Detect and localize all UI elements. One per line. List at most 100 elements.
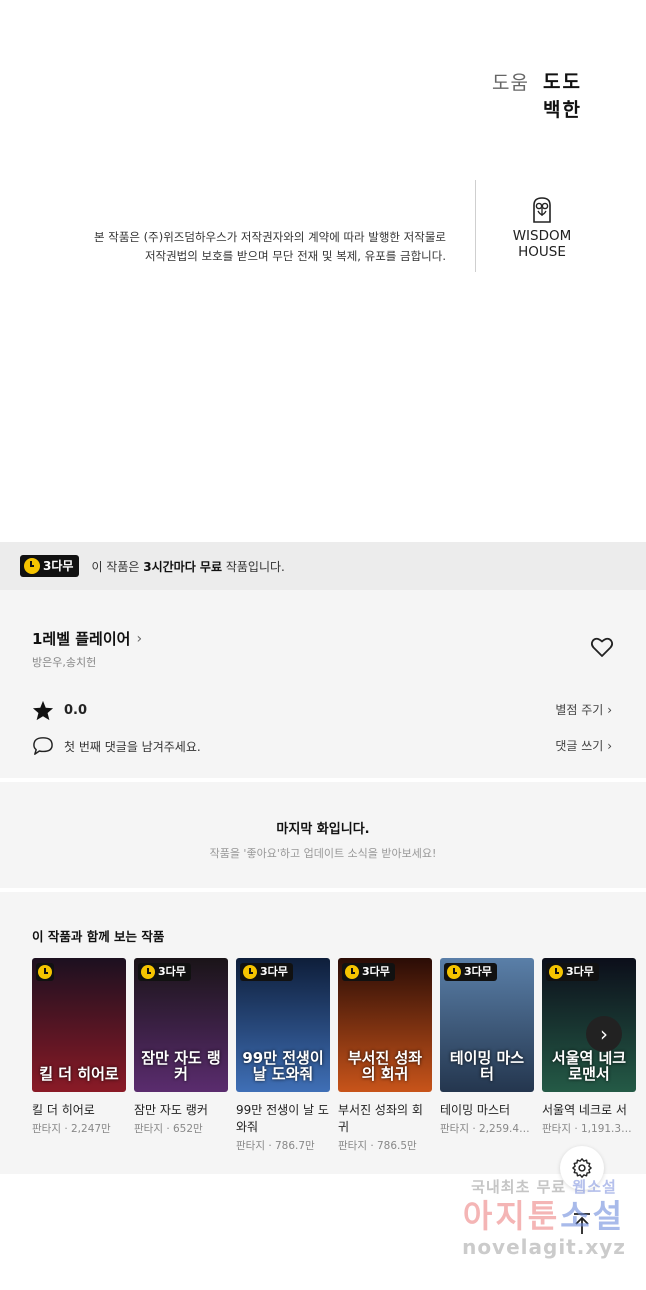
card-title: 서울역 네크로 서 <box>542 1103 627 1117</box>
chevron-right-icon: › <box>607 739 612 753</box>
cover-title: 서울역 네크로맨서 <box>551 1049 627 1083</box>
heart-icon[interactable] <box>590 636 614 658</box>
owl-icon <box>533 197 551 223</box>
free-banner: 3다무 이 작품은 3시간마다 무료 작품입니다. <box>0 542 646 590</box>
card-genre: 판타지 <box>32 1123 61 1135</box>
copyright-line: 본 작품은 (주)위즈덤하우스가 저작권자와의 계약에 따라 발행한 저작물로 <box>94 230 446 244</box>
free-badge: 3다무 <box>138 963 191 981</box>
free-banner-text-part: 작품입니다. <box>222 559 285 574</box>
cover-image: 3다무 99만 전생이 날 도와줘 <box>236 958 330 1092</box>
cover-image: 3다무잠만 자도 랭커 <box>134 958 228 1092</box>
comment-prompt: 첫 번째 댓글을 남겨주세요. <box>64 739 201 754</box>
cover-title: 99만 전생이 날 도와줘 <box>242 1049 324 1083</box>
clock-icon <box>549 965 563 979</box>
watermark-line: 국내최초 무료 웹소설 <box>446 1176 642 1197</box>
work-title: 1레벨 플레이어 <box>32 630 131 648</box>
credit-name: 도도 <box>542 71 582 93</box>
copyright-notice: 본 작품은 (주)위즈덤하우스가 저작권자와의 계약에 따라 발행한 저작물로 … <box>94 228 446 266</box>
free-badge-label: 3다무 <box>362 965 390 978</box>
work-info: 1레벨 플레이어 › 방은우,송치헌 0.0 별점 주기 › 첫 번째 댓글을 … <box>0 590 646 778</box>
recommendation-card[interactable]: 3다무 잠만 자도 랭커 잠만 자도 랭커 판타지 · 652만 <box>134 958 228 1153</box>
arrow-up-icon <box>574 1213 590 1234</box>
star-icon <box>32 700 54 721</box>
card-meta: 판타지 · 1,191.3… <box>542 1123 632 1135</box>
recommendation-card[interactable]: 킬 더 히어로 킬 더 히어로 판타지 · 2,247만 <box>32 958 126 1153</box>
card-title: 잠만 자도 랭커 <box>134 1103 208 1117</box>
recommendation-card[interactable]: 3다무서울역 네크로맨서서울역 네크로 서판타지 · 1,191.3… <box>542 958 636 1153</box>
settings-button[interactable] <box>560 1146 604 1190</box>
clock-icon <box>38 965 52 979</box>
rating-row: 0.0 <box>32 700 87 721</box>
credits-names: 도도 백한 <box>543 68 582 124</box>
recommendations-heading: 이 작품과 함께 보는 작품 <box>32 929 165 944</box>
card-meta: 판타지 · 2,247만 <box>32 1123 111 1135</box>
next-arrow-button[interactable]: › <box>586 1016 622 1052</box>
card-meta: 판타지 · 786.7만 <box>236 1140 315 1152</box>
chevron-right-icon: › <box>600 1022 608 1046</box>
free-badge-label: 3다무 <box>566 965 594 978</box>
cover-title: 테이밍 마스터 <box>449 1049 525 1083</box>
clock-icon <box>141 965 155 979</box>
recommendation-list: 킬 더 히어로 킬 더 히어로 판타지 · 2,247만 3다무 잠만 자도 랭커 잠만 … <box>32 958 636 1153</box>
free-banner-highlight: 3시간마다 무료 <box>143 559 223 574</box>
gear-icon <box>572 1158 592 1178</box>
copyright-line: 저작권법의 보호를 받으며 무단 전재 및 복제, 유포를 금합니다. <box>144 249 446 263</box>
recommendation-card[interactable]: 3다무 테이밍 마스터 테이밍 마스터 판타지 · 2,259.4… <box>440 958 534 1153</box>
card-views: 786.7만 <box>275 1140 315 1152</box>
free-badge: 3다무 <box>444 963 497 981</box>
card-title: 부서진 성좌의 회귀 <box>338 1103 423 1134</box>
card-views: 2,247만 <box>71 1123 111 1135</box>
free-badge <box>36 963 54 981</box>
free-banner-text-part: 이 작품은 <box>91 559 144 574</box>
watermark-line: 아지툰소설 <box>446 1197 642 1235</box>
card-genre: 판타지 <box>236 1140 265 1152</box>
last-episode-title: 마지막 화입니다. <box>276 822 370 837</box>
scroll-top-button[interactable] <box>564 1206 600 1242</box>
rate-button-label: 별점 주기 <box>555 703 604 717</box>
card-views: 1,191.3… <box>581 1123 632 1135</box>
recommendations: 이 작품과 함께 보는 작품 킬 더 히어로 킬 더 히어로 판타지 · 2,247… <box>0 892 646 1174</box>
watermark-text: 국내최초 무료 <box>471 1178 573 1196</box>
clock-icon <box>243 965 257 979</box>
clock-icon <box>447 965 461 979</box>
free-badge: 3다무 <box>240 963 293 981</box>
watermark-text: 아지툰 <box>462 1197 561 1235</box>
recommendation-card[interactable]: 3다무 99만 전생이 날 도와줘 99만 전생이 날 도와줘판타지 · 786.7… <box>236 958 330 1153</box>
card-views: 786.5만 <box>377 1140 417 1152</box>
write-comment-label: 댓글 쓰기 <box>555 739 604 753</box>
recommendation-card[interactable]: 3다무 부서진 성좌의 회귀 부서진 성좌의 회귀 판타지 · 786.5만 <box>338 958 432 1153</box>
cover-image: 3다무부서진 성좌의 회귀 <box>338 958 432 1092</box>
credits: 도움 도도 백한 <box>492 68 582 124</box>
free-badge-label: 3다무 <box>43 559 74 573</box>
cover-title: 부서진 성좌의 회귀 <box>347 1049 423 1083</box>
cover-image: 킬 더 히어로 <box>32 958 126 1092</box>
free-badge-label: 3다무 <box>260 965 288 978</box>
card-views: 652만 <box>173 1123 203 1135</box>
copyright-divider <box>475 180 476 272</box>
publisher-logo: WISDOM HOUSE <box>507 196 577 260</box>
free-banner-text: 이 작품은 3시간마다 무료 작품입니다. <box>91 558 284 575</box>
card-genre: 판타지 <box>338 1140 367 1152</box>
free-badge: 3다무 <box>20 555 80 577</box>
free-badge: 3다무 <box>342 963 395 981</box>
card-meta: 판타지 · 2,259.4… <box>440 1123 530 1135</box>
site-watermark: 국내최초 무료 웹소설 아지툰소설 novelagit.xyz <box>446 1176 642 1259</box>
credit-name: 백한 <box>542 99 582 121</box>
comment-row[interactable]: 첫 번째 댓글을 남겨주세요. <box>32 736 201 756</box>
work-title-link[interactable]: 1레벨 플레이어 › <box>32 628 142 649</box>
free-badge: 3다무 <box>546 963 599 981</box>
cover-title: 잠만 자도 랭커 <box>141 1049 221 1083</box>
last-episode-notice: 마지막 화입니다. 작품을 '좋아요'하고 업데이트 소식을 받아보세요! <box>0 782 646 888</box>
rate-button[interactable]: 별점 주기 › <box>555 701 612 718</box>
chevron-right-icon: › <box>607 703 612 717</box>
credits-role: 도움 <box>492 72 529 94</box>
card-genre: 판타지 <box>134 1123 163 1135</box>
card-views: 2,259.4… <box>479 1123 530 1135</box>
card-meta: 판타지 · 786.5만 <box>338 1140 417 1152</box>
card-title: 킬 더 히어로 <box>32 1103 95 1117</box>
write-comment-button[interactable]: 댓글 쓰기 › <box>555 737 612 754</box>
chevron-right-icon: › <box>136 630 143 647</box>
clock-icon <box>24 558 40 574</box>
watermark-url: novelagit.xyz <box>462 1235 626 1259</box>
publisher-logo-text: WISDOM HOUSE <box>512 228 572 260</box>
